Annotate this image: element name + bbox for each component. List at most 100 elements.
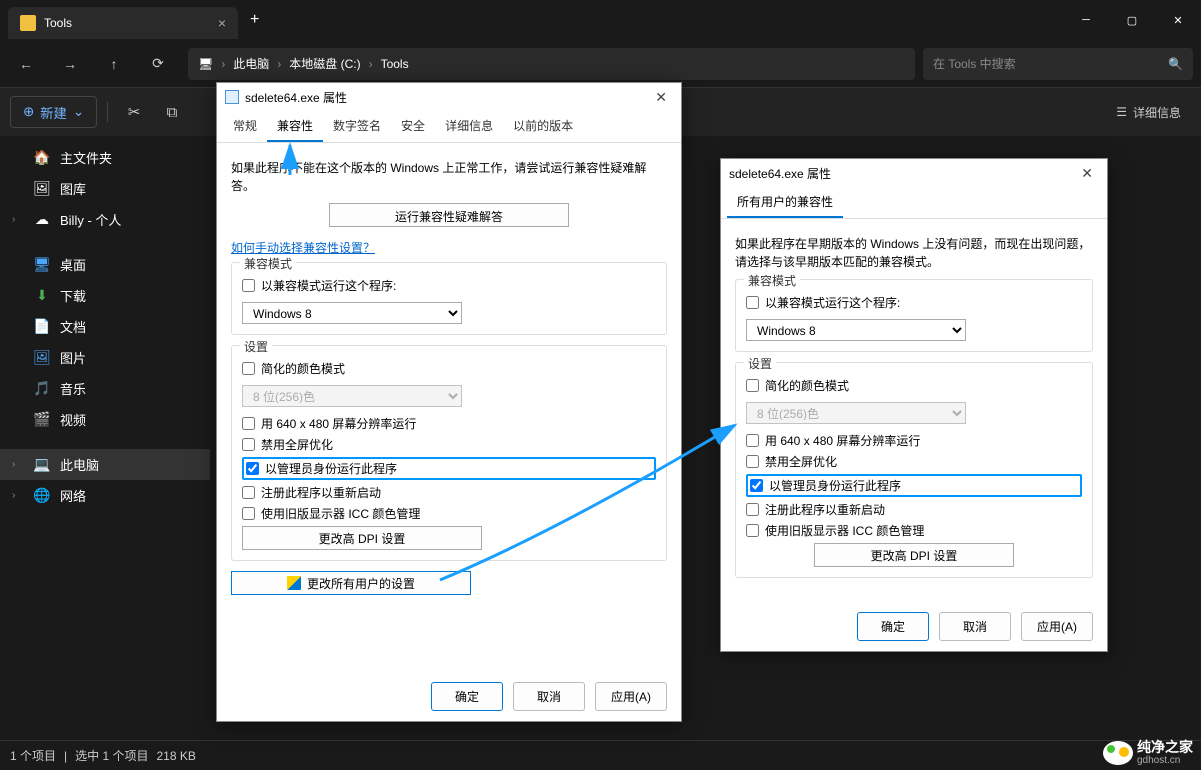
details-icon: ☰ xyxy=(1116,105,1127,119)
cancel-button[interactable]: 取消 xyxy=(939,612,1011,641)
sidebar-item-network[interactable]: ›🌐网络 xyxy=(0,480,210,511)
res-640-check[interactable]: 用 640 x 480 屏幕分辨率运行 xyxy=(242,415,656,432)
ok-button[interactable]: 确定 xyxy=(431,682,503,711)
chevron-down-icon: ⌄ xyxy=(73,104,84,120)
res-640-check[interactable]: 用 640 x 480 屏幕分辨率运行 xyxy=(746,432,1082,449)
crumb-1[interactable]: 本地磁盘 (C:) xyxy=(289,55,360,72)
sidebar-item-documents[interactable]: 📄文档 xyxy=(0,311,210,342)
status-bar: 1 个项目 | 选中 1 个项目 218 KB xyxy=(0,740,1201,770)
refresh-button[interactable]: ⟳ xyxy=(140,48,176,80)
res-640-checkbox[interactable] xyxy=(242,417,255,430)
copy-icon[interactable]: ⧉ xyxy=(156,96,188,128)
chevron-right-icon: › xyxy=(369,57,373,71)
sidebar-item-pictures[interactable]: 🖼图片 xyxy=(0,342,210,373)
tab-compatibility[interactable]: 兼容性 xyxy=(267,111,323,142)
watermark-brand: 纯净之家 xyxy=(1137,740,1193,755)
compat-mode-select[interactable]: Windows 8 xyxy=(746,319,966,341)
dialog-titlebar[interactable]: sdelete64.exe 属性 ✕ xyxy=(217,83,681,111)
properties-dialog: sdelete64.exe 属性 ✕ 常规 兼容性 数字签名 安全 详细信息 以… xyxy=(216,82,682,722)
explorer-tab[interactable]: Tools × xyxy=(8,7,238,39)
run-admin-check[interactable]: 以管理员身份运行此程序 xyxy=(242,457,656,480)
sidebar-item-onedrive[interactable]: ›☁Billy - 个人 xyxy=(0,204,210,235)
compat-mode-check[interactable]: 以兼容模式运行这个程序: xyxy=(242,277,656,294)
run-admin-checkbox[interactable] xyxy=(246,462,259,475)
res-640-checkbox[interactable] xyxy=(746,434,759,447)
sidebar-item-music[interactable]: 🎵音乐 xyxy=(0,373,210,404)
sidebar-item-videos[interactable]: 🎬视频 xyxy=(0,404,210,435)
tab-all-users[interactable]: 所有用户的兼容性 xyxy=(727,187,843,218)
compat-mode-checkbox[interactable] xyxy=(242,279,255,292)
troubleshoot-button[interactable]: 运行兼容性疑难解答 xyxy=(329,203,569,227)
disable-fullscreen-check[interactable]: 禁用全屏优化 xyxy=(746,453,1082,470)
tab-details[interactable]: 详细信息 xyxy=(435,111,503,142)
cut-icon[interactable]: ✂ xyxy=(118,96,150,128)
dialog-body: 如果此程序不能在这个版本的 Windows 上正常工作，请尝试运行兼容性疑难解答… xyxy=(217,143,681,672)
desktop-icon: 🖥 xyxy=(34,257,50,273)
reduced-color-checkbox[interactable] xyxy=(746,379,759,392)
legacy-icc-checkbox[interactable] xyxy=(746,524,759,537)
register-restart-check[interactable]: 注册此程序以重新启动 xyxy=(242,484,656,501)
compat-mode-check[interactable]: 以兼容模式运行这个程序: xyxy=(746,294,1082,311)
change-dpi-button[interactable]: 更改高 DPI 设置 xyxy=(242,526,482,550)
change-dpi-button[interactable]: 更改高 DPI 设置 xyxy=(814,543,1014,567)
ok-button[interactable]: 确定 xyxy=(857,612,929,641)
back-button[interactable]: ← xyxy=(8,48,44,80)
network-icon: 🌐 xyxy=(34,488,50,504)
gallery-icon: 🖼 xyxy=(34,181,50,197)
tab-security[interactable]: 安全 xyxy=(391,111,435,142)
up-button[interactable]: ↑ xyxy=(96,48,132,80)
sidebar-item-desktop[interactable]: 🖥桌面 xyxy=(0,249,210,280)
details-toggle[interactable]: ☰ 详细信息 xyxy=(1106,98,1191,127)
sidebar-item-home[interactable]: 🏠主文件夹 xyxy=(0,142,210,173)
sidebar: 🏠主文件夹 🖼图库 ›☁Billy - 个人 🖥桌面 ⬇下载 📄文档 🖼图片 🎵… xyxy=(0,136,210,740)
disable-fullscreen-checkbox[interactable] xyxy=(242,438,255,451)
disable-fullscreen-checkbox[interactable] xyxy=(746,455,759,468)
reduced-color-check[interactable]: 简化的颜色模式 xyxy=(746,377,1082,394)
apply-button[interactable]: 应用(A) xyxy=(595,682,667,711)
run-admin-checkbox[interactable] xyxy=(750,479,763,492)
legacy-icc-check[interactable]: 使用旧版显示器 ICC 颜色管理 xyxy=(746,522,1082,539)
register-restart-checkbox[interactable] xyxy=(242,486,255,499)
maximize-button[interactable]: ▢ xyxy=(1109,4,1155,36)
close-icon[interactable]: ✕ xyxy=(1075,163,1099,184)
change-all-users-button[interactable]: 更改所有用户的设置 xyxy=(231,571,471,595)
close-tab-icon[interactable]: × xyxy=(218,15,226,31)
legacy-icc-checkbox[interactable] xyxy=(242,507,255,520)
sidebar-item-downloads[interactable]: ⬇下载 xyxy=(0,280,210,311)
breadcrumb[interactable]: 🖥 › 此电脑 › 本地磁盘 (C:) › Tools xyxy=(188,48,915,80)
disable-fullscreen-check[interactable]: 禁用全屏优化 xyxy=(242,436,656,453)
reduced-color-check[interactable]: 简化的颜色模式 xyxy=(242,360,656,377)
plus-circle-icon: ⊕ xyxy=(23,104,34,120)
manual-settings-link[interactable]: 如何手动选择兼容性设置？ xyxy=(231,239,375,256)
crumb-2[interactable]: Tools xyxy=(381,57,409,71)
new-button[interactable]: ⊕ 新建 ⌄ xyxy=(10,96,97,128)
close-window-button[interactable]: ✕ xyxy=(1155,4,1201,36)
apply-button[interactable]: 应用(A) xyxy=(1021,612,1093,641)
compat-mode-checkbox[interactable] xyxy=(746,296,759,309)
pc-icon: 🖥 xyxy=(198,57,213,71)
tab-general[interactable]: 常规 xyxy=(223,111,267,142)
chevron-right-icon: › xyxy=(221,57,225,71)
forward-button[interactable]: → xyxy=(52,48,88,80)
legacy-icc-check[interactable]: 使用旧版显示器 ICC 颜色管理 xyxy=(242,505,656,522)
crumb-0[interactable]: 此电脑 xyxy=(233,55,269,72)
cancel-button[interactable]: 取消 xyxy=(513,682,585,711)
tab-signatures[interactable]: 数字签名 xyxy=(323,111,391,142)
dialog-titlebar[interactable]: sdelete64.exe 属性 ✕ xyxy=(721,159,1107,187)
register-restart-check[interactable]: 注册此程序以重新启动 xyxy=(746,501,1082,518)
reduced-color-checkbox[interactable] xyxy=(242,362,255,375)
register-restart-checkbox[interactable] xyxy=(746,503,759,516)
chevron-right-icon: › xyxy=(12,490,24,501)
close-icon[interactable]: ✕ xyxy=(649,87,673,108)
sidebar-item-thispc[interactable]: ›💻此电脑 xyxy=(0,449,210,480)
sidebar-item-gallery[interactable]: 🖼图库 xyxy=(0,173,210,204)
run-admin-check[interactable]: 以管理员身份运行此程序 xyxy=(746,474,1082,497)
new-tab-button[interactable]: + xyxy=(238,11,271,29)
compat-mode-select[interactable]: Windows 8 xyxy=(242,302,462,324)
tab-title: Tools xyxy=(44,16,72,30)
video-icon: 🎬 xyxy=(34,412,50,428)
search-input[interactable]: 在 Tools 中搜索 🔍 xyxy=(923,48,1193,80)
divider: | xyxy=(64,749,67,763)
minimize-button[interactable]: ─ xyxy=(1063,4,1109,36)
tab-previous[interactable]: 以前的版本 xyxy=(503,111,583,142)
